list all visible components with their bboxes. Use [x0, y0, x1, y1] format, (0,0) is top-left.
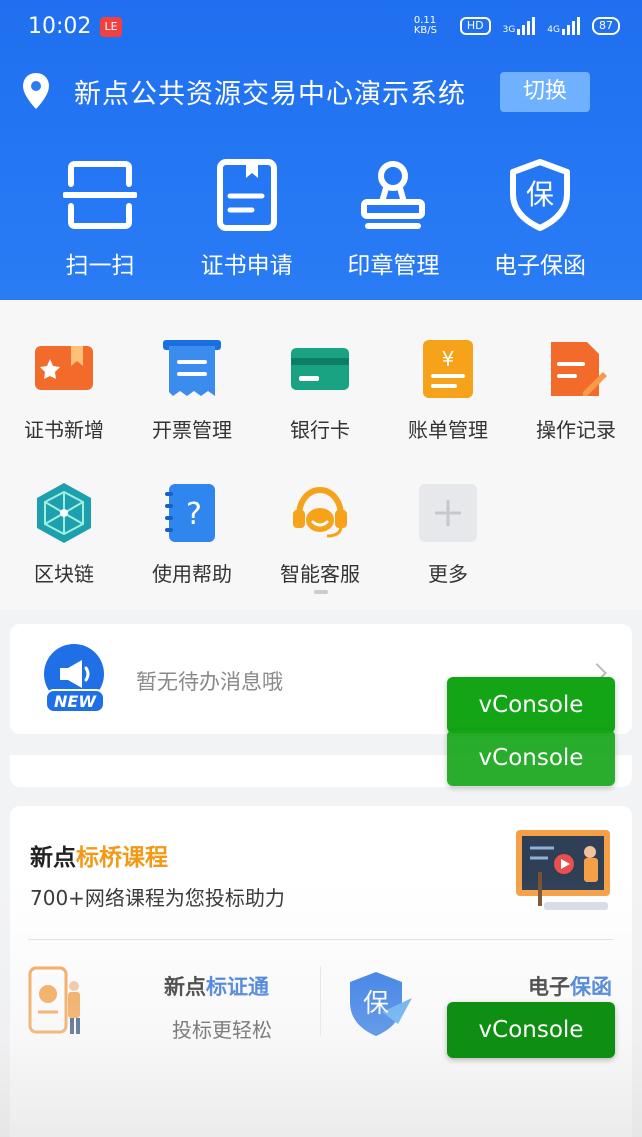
divider [28, 939, 613, 940]
svg-text:保: 保 [526, 178, 554, 211]
grid-item-certificate-add[interactable]: 证书新增 [0, 336, 128, 443]
header: 10:02 LE 0.11 KB/S HD 3G 4G 87 新点公共资源交易中… [0, 0, 642, 300]
todo-notice-text: 暂无待办消息哦 [136, 670, 283, 694]
stamp-manage-action[interactable]: 印章管理 [323, 158, 463, 280]
megaphone-new-icon: NEW [44, 644, 105, 713]
svg-text:NEW: NEW [54, 692, 97, 711]
battery-icon: 87 [592, 17, 620, 35]
stamp-icon [361, 161, 426, 229]
vertical-divider [320, 966, 321, 1036]
phone-certificate-illustration-icon [28, 966, 80, 1034]
grid-item-help[interactable]: ? 使用帮助 [128, 480, 256, 587]
e-guarantee-promo-title: 电子保函 [528, 975, 612, 999]
grid-label: 智能客服 [280, 562, 360, 586]
guarantee-shield-illustration-icon: 保 [350, 972, 412, 1036]
grid-label: 操作记录 [536, 418, 616, 442]
certificate-add-icon [35, 346, 93, 390]
svg-text:保: 保 [363, 989, 389, 1019]
grid-label: 证书新增 [24, 418, 104, 442]
operation-record-icon [551, 342, 607, 396]
certificate-icon [216, 159, 277, 231]
scan-label: 扫一扫 [65, 253, 135, 279]
switch-button[interactable]: 切换 [500, 72, 590, 112]
svg-text:¥: ¥ [442, 347, 455, 371]
grid-item-bank-card[interactable]: 银行卡 [256, 336, 384, 443]
certificate-apply-action[interactable]: 证书申请 [177, 158, 317, 280]
signal-icon-2: 4G [547, 17, 580, 35]
hd-badge: HD [459, 17, 491, 35]
location-row: 新点公共资源交易中心演示系统 切换 [20, 68, 620, 114]
help-icon: ? [165, 484, 215, 542]
svg-text:?: ? [186, 497, 202, 532]
biaozhengtong-title: 新点标证通 [164, 975, 269, 999]
grid-label: 区块链 [34, 562, 94, 586]
course-card[interactable]: 新点标桥课程 700+网络课程为您投标助力 新点标证通 投标更轻松 保 电子保函 [10, 806, 632, 1137]
grid-item-bill[interactable]: ¥ 账单管理 [384, 336, 512, 443]
vconsole-button-bottom[interactable]: vConsole [447, 1002, 615, 1058]
certificate-apply-label: 证书申请 [200, 253, 293, 279]
function-row-1: 证书新增 开票管理 银行卡 ¥ 账单管理 操作记录 [0, 336, 642, 443]
grid-label: 更多 [428, 562, 468, 586]
customer-service-icon [293, 486, 347, 538]
function-row-2: 区块链 ? 使用帮助 智能客服 更多 [0, 480, 642, 587]
grid-item-blockchain[interactable]: 区块链 [0, 480, 128, 587]
grid-item-invoice[interactable]: 开票管理 [128, 336, 256, 443]
online-course-illustration-icon [516, 830, 610, 910]
grid-label: 银行卡 [290, 418, 350, 442]
vconsole-button-ghost[interactable]: vConsole [447, 730, 615, 786]
vconsole-button[interactable]: vConsole [447, 677, 615, 733]
more-plus-icon [419, 484, 477, 542]
e-guarantee-action[interactable]: 保 电子保函 [470, 158, 610, 280]
grid-label: 开票管理 [152, 418, 232, 442]
course-subtitle: 700+网络课程为您投标助力 [30, 886, 285, 910]
invoice-icon [163, 340, 221, 396]
grid-item-customer-service[interactable]: 智能客服 [256, 480, 384, 587]
grid-label: 使用帮助 [152, 562, 232, 586]
biaozhengtong-subtitle: 投标更轻松 [172, 1018, 272, 1042]
main-actions: 扫一扫 证书申请 印章管理 保 电子保函 [30, 158, 610, 280]
function-grid: 证书新增 开票管理 银行卡 ¥ 账单管理 操作记录 区块链 ? 使用帮助 智能客… [0, 300, 642, 610]
page-indicator [314, 590, 328, 594]
location-pin-icon [23, 73, 49, 109]
org-title: 新点公共资源交易中心演示系统 [74, 78, 466, 110]
scan-icon [63, 161, 137, 229]
status-bar: 10:02 LE 0.11 KB/S HD 3G 4G 87 [0, 0, 642, 56]
grid-item-operation-record[interactable]: 操作记录 [512, 336, 640, 443]
scan-action[interactable]: 扫一扫 [30, 158, 170, 280]
grid-item-more[interactable]: 更多 [384, 480, 512, 587]
stamp-manage-label: 印章管理 [347, 253, 440, 279]
notification-icon: LE [100, 17, 122, 37]
e-guarantee-label: 电子保函 [493, 253, 586, 279]
grid-label: 账单管理 [408, 418, 488, 442]
guarantee-shield-icon: 保 [509, 159, 570, 231]
status-time: 10:02 [28, 14, 92, 39]
bank-card-icon [291, 348, 349, 390]
course-title: 新点标桥课程 [30, 845, 168, 871]
blockchain-icon [37, 483, 91, 543]
signal-icon: 3G [503, 17, 536, 35]
status-indicators: 0.11 KB/S HD 3G 4G 87 [414, 16, 620, 36]
net-speed: 0.11 KB/S [413, 15, 437, 36]
bill-icon: ¥ [423, 340, 473, 398]
